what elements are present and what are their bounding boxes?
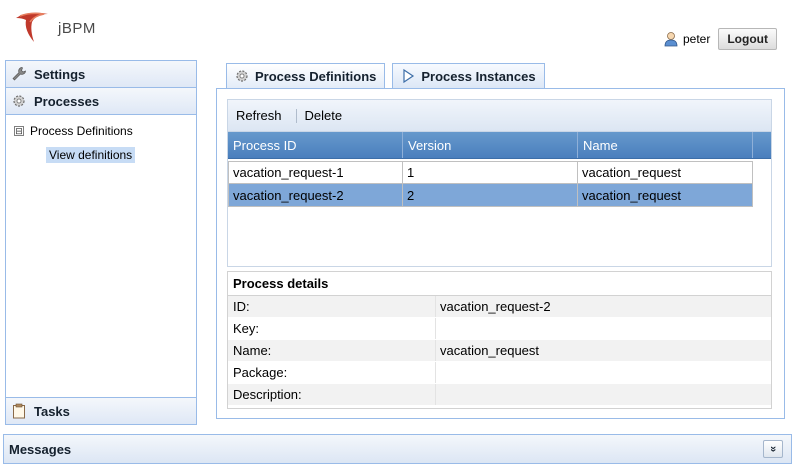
user-area: peter Logout (663, 28, 777, 50)
sidebar-item-settings[interactable]: Settings (6, 61, 196, 88)
wrench-icon (10, 65, 28, 83)
jbpm-logo: jBPM (14, 8, 124, 44)
column-header-process-id[interactable]: Process ID (228, 132, 403, 158)
cell-name: vacation_request (578, 161, 753, 184)
sidebar: Settings Processes ⊟ Process Definitions… (5, 60, 197, 425)
jbpm-swoosh-icon (16, 12, 48, 42)
user-name: peter (682, 32, 711, 46)
grid-header: Process ID Version Name (228, 132, 771, 159)
clipboard-icon (10, 402, 28, 420)
gear-icon (10, 92, 28, 110)
detail-label: Package: (228, 362, 436, 383)
tab-process-definitions[interactable]: Process Definitions (226, 63, 386, 88)
tree-node-view-definitions[interactable]: View definitions (46, 143, 196, 167)
detail-label: Name: (228, 340, 436, 361)
toolbar-separator (295, 108, 297, 123)
table-row-selected[interactable]: vacation_request-2 2 vacation_request (228, 184, 771, 207)
cell-process-id: vacation_request-1 (228, 161, 403, 184)
cell-process-id: vacation_request-2 (228, 184, 403, 207)
double-chevron-down-icon[interactable]: » (763, 440, 783, 458)
tab-label: Process Definitions (255, 68, 377, 84)
column-header-name[interactable]: Name (578, 132, 753, 158)
cell-name: vacation_request (578, 184, 753, 207)
detail-label: ID: (228, 296, 436, 317)
detail-row-id: ID: vacation_request-2 (228, 296, 771, 318)
sidebar-item-tasks[interactable]: Tasks (6, 397, 196, 424)
sidebar-item-label: Tasks (34, 403, 70, 419)
logo-text: jBPM (58, 20, 96, 37)
grid-body: vacation_request-1 1 vacation_request va… (228, 159, 771, 207)
detail-value: vacation_request (440, 343, 540, 358)
tab-bar: Process Definitions Process Instances (226, 63, 552, 88)
tree-node-process-definitions[interactable]: ⊟ Process Definitions (6, 119, 196, 143)
tree-node-label: View definitions (46, 147, 136, 163)
detail-value (436, 318, 771, 339)
column-header-version[interactable]: Version (403, 132, 578, 158)
user-icon (664, 32, 678, 47)
refresh-button[interactable]: Refresh (236, 108, 282, 123)
details-fields: ID: vacation_request-2 Key: Name: vacati… (228, 296, 771, 406)
play-arrow-icon (399, 67, 417, 85)
collapse-icon[interactable]: ⊟ (14, 126, 24, 136)
cell-version: 2 (403, 184, 578, 207)
process-details: Process details ID: vacation_request-2 K… (227, 271, 772, 409)
gear-icon (233, 67, 251, 85)
details-title: Process details (228, 272, 771, 296)
definitions-grid: Refresh Delete Process ID Version Name v… (227, 99, 772, 267)
delete-button[interactable]: Delete (305, 108, 343, 123)
table-row[interactable]: vacation_request-1 1 vacation_request (228, 161, 771, 184)
detail-label: Description: (228, 384, 436, 405)
detail-row-key: Key: (228, 318, 771, 340)
messages-label: Messages (9, 441, 72, 457)
messages-panel[interactable]: Messages » (3, 434, 792, 464)
process-tree: ⊟ Process Definitions View definitions (6, 115, 196, 167)
sidebar-item-processes[interactable]: Processes (6, 88, 196, 115)
cell-version: 1 (403, 161, 578, 184)
app-root: jBPM peter Logout Settings Processes ⊟ P… (0, 0, 795, 471)
detail-row-package: Package: (228, 362, 771, 384)
detail-row-name: Name: vacation_request (228, 340, 771, 362)
detail-value: vacation_request-2 (440, 299, 551, 314)
sidebar-item-label: Settings (34, 66, 86, 82)
sidebar-item-label: Processes (34, 93, 100, 109)
tab-process-instances[interactable]: Process Instances (392, 63, 545, 88)
detail-value (436, 362, 771, 383)
tab-label: Process Instances (421, 68, 536, 84)
tree-node-label: Process Definitions (30, 124, 133, 138)
detail-row-description: Description: (228, 384, 771, 406)
detail-label: Key: (228, 318, 436, 339)
toggle-glyph: » (767, 445, 779, 453)
grid-toolbar: Refresh Delete (228, 100, 771, 132)
process-definitions-panel: Refresh Delete Process ID Version Name v… (216, 88, 785, 419)
detail-value (436, 384, 771, 405)
logout-button[interactable]: Logout (718, 28, 777, 50)
